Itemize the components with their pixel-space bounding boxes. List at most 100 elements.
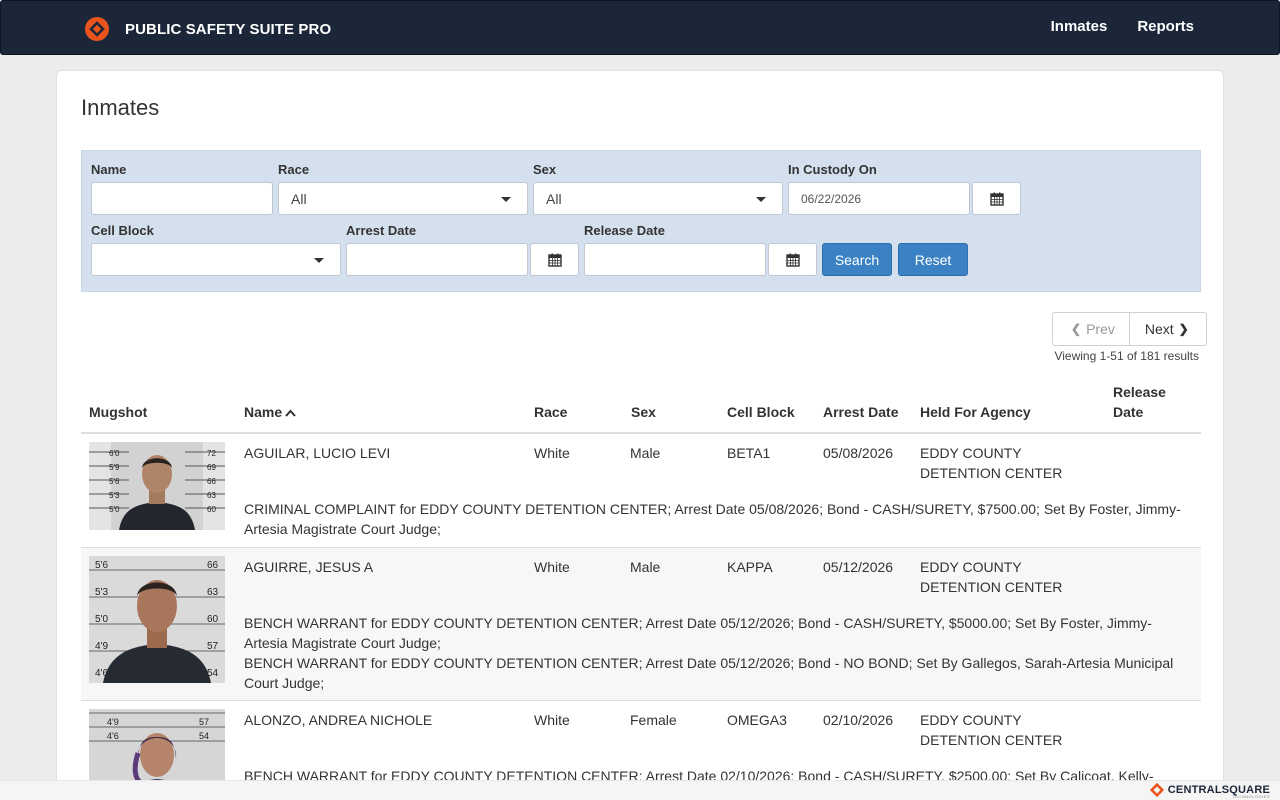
table-row[interactable]: 6'0 5'9 5'6 5'3 5'0 72 69 66 63 60 AGUIL… (81, 434, 1201, 548)
page-title: Inmates (81, 95, 160, 120)
header-sex: Sex (631, 404, 656, 420)
charge-description: BENCH WARRANT for EDDY COUNTY DETENTION … (244, 655, 1174, 691)
centralsquare-logo: CENTRALSQUARE TECHNOLOGIES (1149, 780, 1270, 800)
name-input[interactable] (91, 182, 273, 215)
inmate-arrest-date: 02/10/2026 (823, 712, 894, 728)
inmate-name[interactable]: ALONZO, ANDREA NICHOLE (244, 710, 432, 730)
results-count: Viewing 1-51 of 181 results (1054, 349, 1199, 363)
inmate-race: White (534, 559, 570, 575)
agency-line2: DETENTION CENTER (920, 732, 1063, 748)
header-held-for-agency: Held For Agency (920, 404, 1031, 420)
inmate-agency: EDDY COUNTY DETENTION CENTER (920, 710, 1062, 750)
charge-description: BENCH WARRANT for EDDY COUNTY DETENTION … (244, 615, 1152, 651)
height-mark: 72 (207, 449, 216, 458)
main-panel: Inmates Name Race All Sex All In Custody… (56, 70, 1224, 800)
header-name-sort[interactable]: Name (244, 402, 296, 422)
inmate-sex: Male (630, 559, 661, 575)
calendar-icon (785, 253, 800, 267)
agency-line2: DETENTION CENTER (920, 465, 1063, 481)
custody-calendar-button[interactable] (972, 182, 1021, 215)
release-date-input[interactable] (584, 243, 766, 276)
arrest-date-input[interactable] (346, 243, 528, 276)
height-mark: 57 (207, 641, 219, 652)
sex-select[interactable]: All (533, 182, 783, 215)
height-mark: 57 (199, 717, 209, 727)
inmate-agency: EDDY COUNTY DETENTION CENTER (920, 443, 1062, 483)
inmate-sex: Male (630, 445, 661, 461)
calendar-icon (547, 253, 562, 267)
release-calendar-button[interactable] (768, 243, 817, 276)
inmate-cell-block: KAPPA (727, 559, 773, 575)
inmate-arrest-date: 05/12/2026 (823, 559, 894, 575)
header-name: Name (244, 404, 283, 420)
brand-name: PUBLIC SAFETY SUITE PRO (125, 20, 332, 38)
height-mark: 5'6 (95, 560, 108, 571)
inmate-race: White (534, 712, 570, 728)
chevron-down-icon (501, 197, 511, 202)
prev-label: Prev (1086, 321, 1115, 337)
search-button[interactable]: Search (822, 243, 892, 276)
header-release-line2: Date (1113, 404, 1144, 420)
footer-strip (0, 780, 1280, 800)
table-header: Mugshot Name Race Sex Cell Block Arrest … (81, 381, 1201, 434)
nav-inmates-link[interactable]: Inmates (1051, 18, 1108, 35)
nav-reports-link[interactable]: Reports (1137, 18, 1194, 35)
height-mark: 69 (207, 463, 216, 472)
next-page-button[interactable]: Next ❯ (1130, 313, 1206, 345)
chevron-left-icon: ❮ (1071, 322, 1082, 336)
height-mark: 5'0 (109, 505, 120, 514)
mugshot-image: 5'6 5'3 5'0 4'9 4'6 66 63 60 57 54 (89, 556, 225, 683)
inmate-arrest-date: 05/08/2026 (823, 445, 894, 461)
chevron-down-icon (314, 258, 324, 263)
agency-line1: EDDY COUNTY (920, 712, 1022, 728)
height-mark: 66 (207, 560, 219, 571)
chevron-right-icon: ❯ (1178, 322, 1189, 336)
inmate-race: White (534, 445, 570, 461)
mugshot-photo[interactable]: 5'6 5'3 5'0 4'9 4'6 66 63 60 57 54 (89, 556, 225, 683)
header-cell-block: Cell Block (727, 404, 795, 420)
agency-line2: DETENTION CENTER (920, 579, 1063, 595)
height-mark: 4'9 (107, 717, 119, 727)
height-mark: 4'6 (107, 731, 119, 741)
reset-button[interactable]: Reset (898, 243, 968, 276)
mugshot-photo[interactable]: 6'0 5'9 5'6 5'3 5'0 72 69 66 63 60 (89, 442, 225, 530)
chevron-down-icon (756, 197, 766, 202)
agency-line1: EDDY COUNTY (920, 445, 1022, 461)
agency-line1: EDDY COUNTY (920, 559, 1022, 575)
height-mark: 54 (199, 731, 209, 741)
custody-date-input[interactable]: 06/22/2026 (788, 182, 970, 215)
arrest-calendar-button[interactable] (530, 243, 579, 276)
race-select[interactable]: All (278, 182, 528, 215)
inmate-cell-block: OMEGA3 (727, 712, 787, 728)
height-mark: 4'9 (95, 641, 108, 652)
inmate-name[interactable]: AGUIRRE, JESUS A (244, 557, 373, 577)
sex-select-value: All (546, 190, 562, 207)
race-select-value: All (291, 190, 307, 207)
brand[interactable]: PUBLIC SAFETY SUITE PRO (84, 15, 331, 43)
cellblock-select[interactable] (91, 243, 341, 276)
height-mark: 60 (207, 505, 216, 514)
cellblock-label: Cell Block (91, 223, 154, 238)
charge-description: CRIMINAL COMPLAINT for EDDY COUNTY DETEN… (244, 501, 1181, 537)
prev-page-button[interactable]: ❮ Prev (1053, 313, 1130, 345)
pagination: ❮ Prev Next ❯ (1052, 312, 1207, 346)
table-row[interactable]: 5'6 5'3 5'0 4'9 4'6 66 63 60 57 54 AGUIR… (81, 548, 1201, 701)
next-label: Next (1144, 321, 1174, 337)
height-mark: 6'0 (109, 449, 120, 458)
height-mark: 63 (207, 491, 216, 500)
release-label: Release Date (584, 223, 665, 238)
mugshot-image: 6'0 5'9 5'6 5'3 5'0 72 69 66 63 60 (89, 442, 225, 530)
height-mark: 60 (207, 614, 219, 625)
sort-ascending-icon (285, 409, 296, 417)
height-mark: 63 (207, 587, 219, 598)
header-mugshot: Mugshot (89, 404, 148, 420)
top-navbar: PUBLIC SAFETY SUITE PRO Inmates Reports (0, 0, 1280, 55)
height-mark: 5'6 (109, 477, 120, 486)
centralsquare-subtext: TECHNOLOGIES (1232, 794, 1270, 799)
race-label: Race (278, 162, 310, 177)
height-mark: 5'3 (95, 587, 108, 598)
inmate-name[interactable]: AGUILAR, LUCIO LEVI (244, 443, 390, 463)
height-mark: 5'9 (109, 463, 120, 472)
height-mark: 66 (207, 477, 216, 486)
inmate-cell-block: BETA1 (727, 445, 771, 461)
